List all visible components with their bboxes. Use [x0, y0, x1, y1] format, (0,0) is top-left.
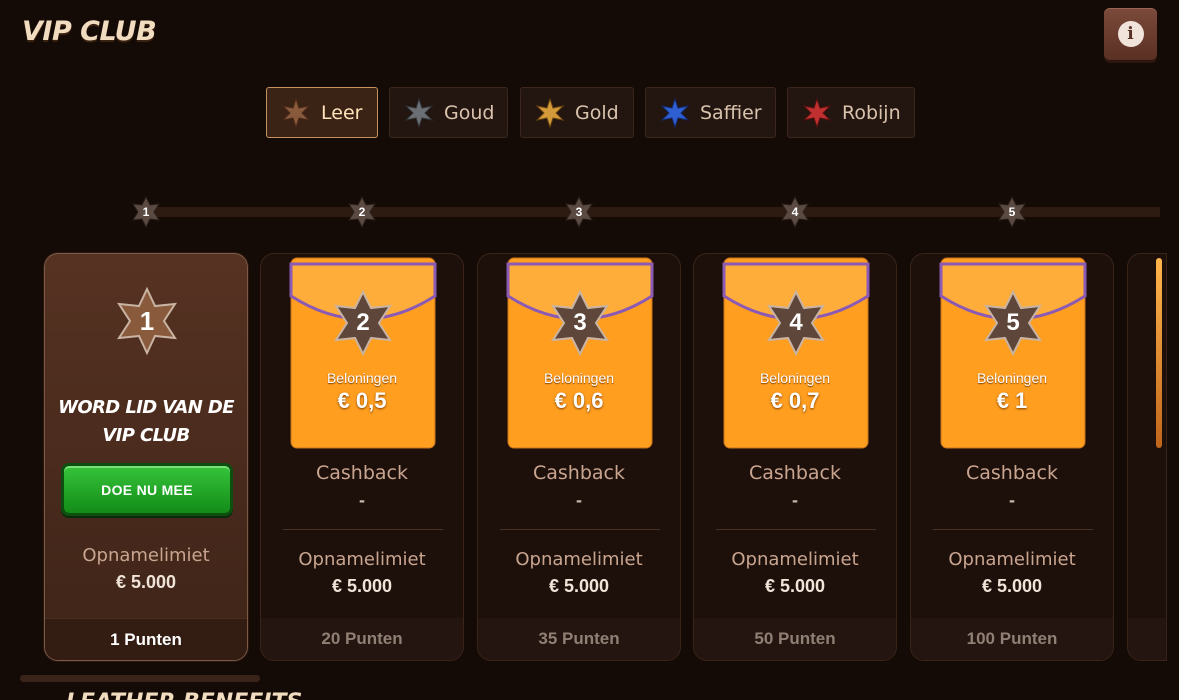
level-number: 5: [1008, 205, 1016, 219]
level-badge: 1: [115, 286, 179, 356]
level-card-4: 4 Beloningen € 0,7 Cashback - Opnamelimi…: [693, 253, 897, 661]
limit-value: € 5.000: [115, 572, 177, 592]
tab-label: Saffier: [700, 101, 762, 124]
cashback-value: -: [359, 490, 365, 510]
tab-goud[interactable]: Goud: [389, 87, 508, 138]
tab-star-shape: [281, 97, 311, 128]
level-card-3: 3 Beloningen € 0,6 Cashback - Opnamelimi…: [477, 253, 681, 661]
points-label: 1 Punten: [45, 618, 247, 660]
reward-value: € 0,7: [770, 388, 820, 413]
envelope-edge: [1156, 258, 1162, 448]
tab-label: Gold: [575, 101, 619, 124]
cashback-label: Cashback: [532, 462, 625, 484]
limit-value: € 5.000: [764, 576, 826, 596]
reward-label: Beloningen: [759, 370, 831, 386]
card-footer: [1128, 618, 1166, 660]
limit-label: Opnamelimiet: [82, 545, 210, 566]
cashback-value: -: [576, 490, 582, 510]
limit-value: € 5.000: [548, 576, 610, 596]
level-marker-4: 4: [780, 195, 810, 229]
tab-label: Goud: [444, 101, 495, 124]
tab-leer[interactable]: Leer: [266, 87, 378, 138]
join-heading: WORD LID VAN DE VIP CLUB: [45, 394, 247, 450]
tab-label: Leer: [321, 101, 363, 124]
join-line-2: VIP CLUB: [102, 425, 190, 446]
divider: [716, 529, 876, 530]
level-card-5: 5 Beloningen € 1 Cashback - Opnamelimiet…: [910, 253, 1114, 661]
level-number: 2: [356, 309, 370, 336]
limit-value: € 5.000: [981, 576, 1043, 596]
tab-saffier[interactable]: Saffier: [645, 87, 776, 138]
level-marker-3: 3: [564, 195, 594, 229]
tab-star-shape: [802, 97, 832, 128]
cashback-label: Cashback: [748, 462, 841, 484]
cashback-label: Cashback: [315, 462, 408, 484]
points-label: 100 Punten: [911, 618, 1113, 660]
star-icon: [660, 97, 690, 128]
page-title: VIP CLUB: [22, 16, 157, 47]
divider: [283, 529, 443, 530]
limit-label: Opnamelimiet: [298, 549, 426, 570]
level-number: 4: [789, 309, 803, 336]
tab-star-shape: [660, 97, 690, 128]
reward-value: € 0,5: [337, 388, 387, 413]
limit-label: Opnamelimiet: [948, 549, 1076, 570]
reward-value: € 0,6: [554, 388, 604, 413]
star-icon: [281, 97, 311, 128]
cashback-value: -: [1009, 490, 1015, 510]
tab-star-shape: [404, 97, 434, 128]
points-label: 50 Punten: [694, 618, 896, 660]
tab-gold[interactable]: Gold: [520, 87, 634, 138]
reward-label: Beloningen: [543, 370, 615, 386]
level-number: 1: [139, 305, 155, 336]
level-badge: 4: [765, 289, 827, 357]
level-number: 2: [358, 205, 366, 219]
limit-value: € 5.000: [331, 576, 393, 596]
level-number: 5: [1006, 309, 1020, 336]
info-button[interactable]: i: [1104, 8, 1157, 60]
level-number: 3: [573, 309, 587, 336]
points-label: 20 Punten: [261, 618, 463, 660]
star-icon: [404, 97, 434, 128]
tier-tabs: Leer Goud Gold Saffier Robijn: [0, 87, 1179, 139]
section-title: LEATHER BENEFITS: [66, 690, 302, 700]
points-label: 35 Punten: [478, 618, 680, 660]
tab-robijn[interactable]: Robijn: [787, 87, 915, 138]
star-icon: [535, 97, 565, 128]
level-marker-1: 1: [131, 195, 161, 229]
tab-label: Robijn: [842, 101, 901, 124]
level-marker-5: 5: [997, 195, 1027, 229]
join-button[interactable]: DOE NU MEE: [61, 463, 233, 516]
level-badge: 5: [982, 289, 1044, 357]
cashback-label: Cashback: [965, 462, 1058, 484]
divider: [933, 529, 1093, 530]
horizontal-scrollbar[interactable]: [20, 675, 260, 682]
level-badge: 2: [332, 289, 394, 357]
level-card-1: 1 WORD LID VAN DE VIP CLUB DOE NU MEE Op…: [44, 253, 248, 661]
join-line-1: WORD LID VAN DE: [58, 397, 234, 418]
level-number: 4: [791, 205, 799, 219]
level-card-6-partial: [1127, 253, 1167, 661]
cashback-value: -: [792, 490, 798, 510]
reward-value: € 1: [996, 388, 1028, 413]
star-icon: [802, 97, 832, 128]
reward-label: Beloningen: [326, 370, 398, 386]
level-card-2: 2 Beloningen € 0,5 Cashback - Opnamelimi…: [260, 253, 464, 661]
divider: [500, 529, 660, 530]
level-number: 3: [575, 205, 583, 219]
level-badge: 3: [549, 289, 611, 357]
limit-label: Opnamelimiet: [515, 549, 643, 570]
info-icon: i: [1117, 21, 1144, 47]
level-marker-2: 2: [347, 195, 377, 229]
level-number: 1: [142, 205, 150, 219]
limit-label: Opnamelimiet: [731, 549, 859, 570]
reward-label: Beloningen: [976, 370, 1048, 386]
tab-star-shape: [535, 97, 565, 128]
